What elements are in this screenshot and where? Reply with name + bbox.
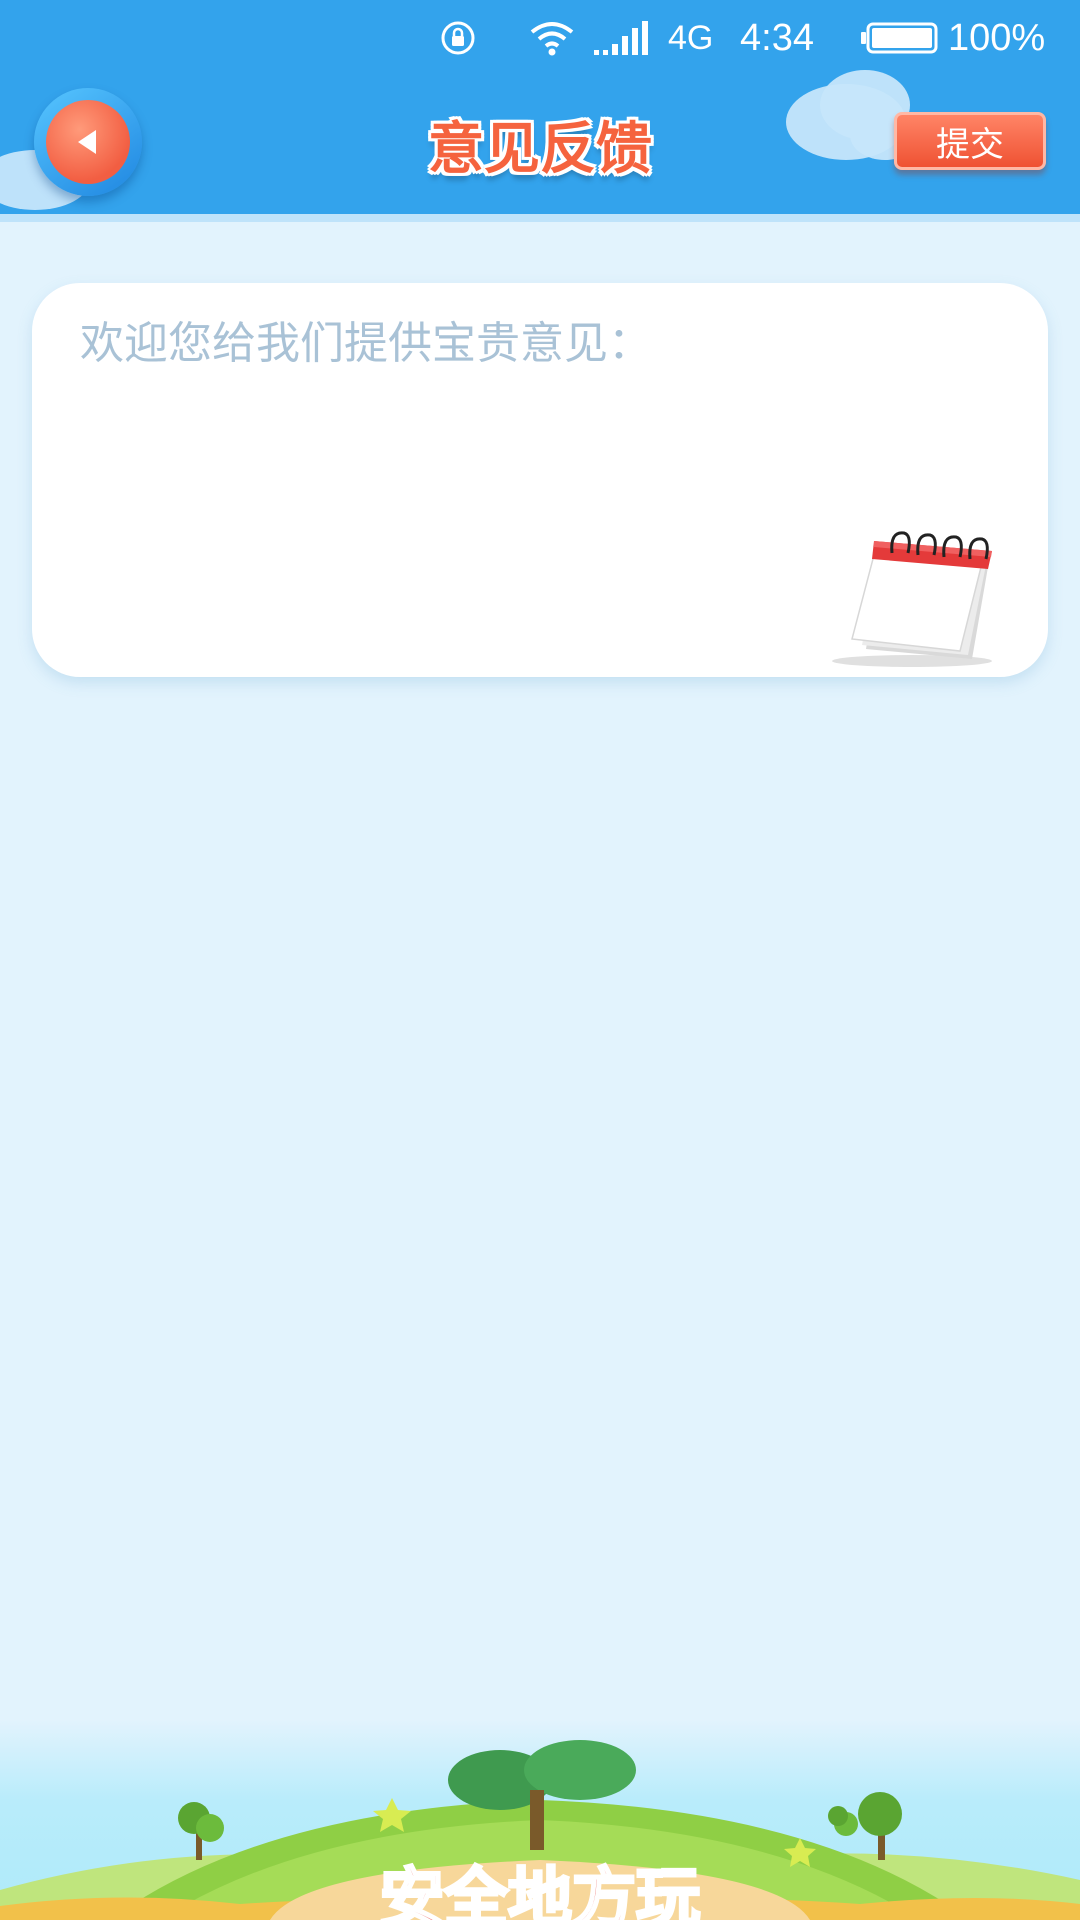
banner-illustration: 安全地方玩	[0, 1740, 1080, 1920]
app-header: 4G 4:34 100% 意见反馈 提交	[0, 0, 1080, 222]
submit-button[interactable]: 提交	[894, 112, 1046, 170]
notepad-icon	[832, 531, 992, 667]
battery-percentage: 100%	[948, 16, 1046, 59]
banner-logo-text: 安全地方玩	[380, 1862, 700, 1920]
network-type: 4G	[668, 18, 714, 57]
status-bar: 4G 4:34 100%	[0, 0, 1080, 76]
wifi-icon	[528, 14, 576, 62]
battery-icon	[860, 14, 940, 62]
tree-icon	[178, 1802, 224, 1860]
bottom-banner: 安全地方玩	[0, 1720, 1080, 1920]
rotation-lock-icon	[438, 14, 478, 62]
tree-icon	[828, 1792, 902, 1860]
clock: 4:34	[740, 16, 814, 59]
signal-icon	[592, 14, 648, 62]
feedback-card	[32, 283, 1048, 677]
